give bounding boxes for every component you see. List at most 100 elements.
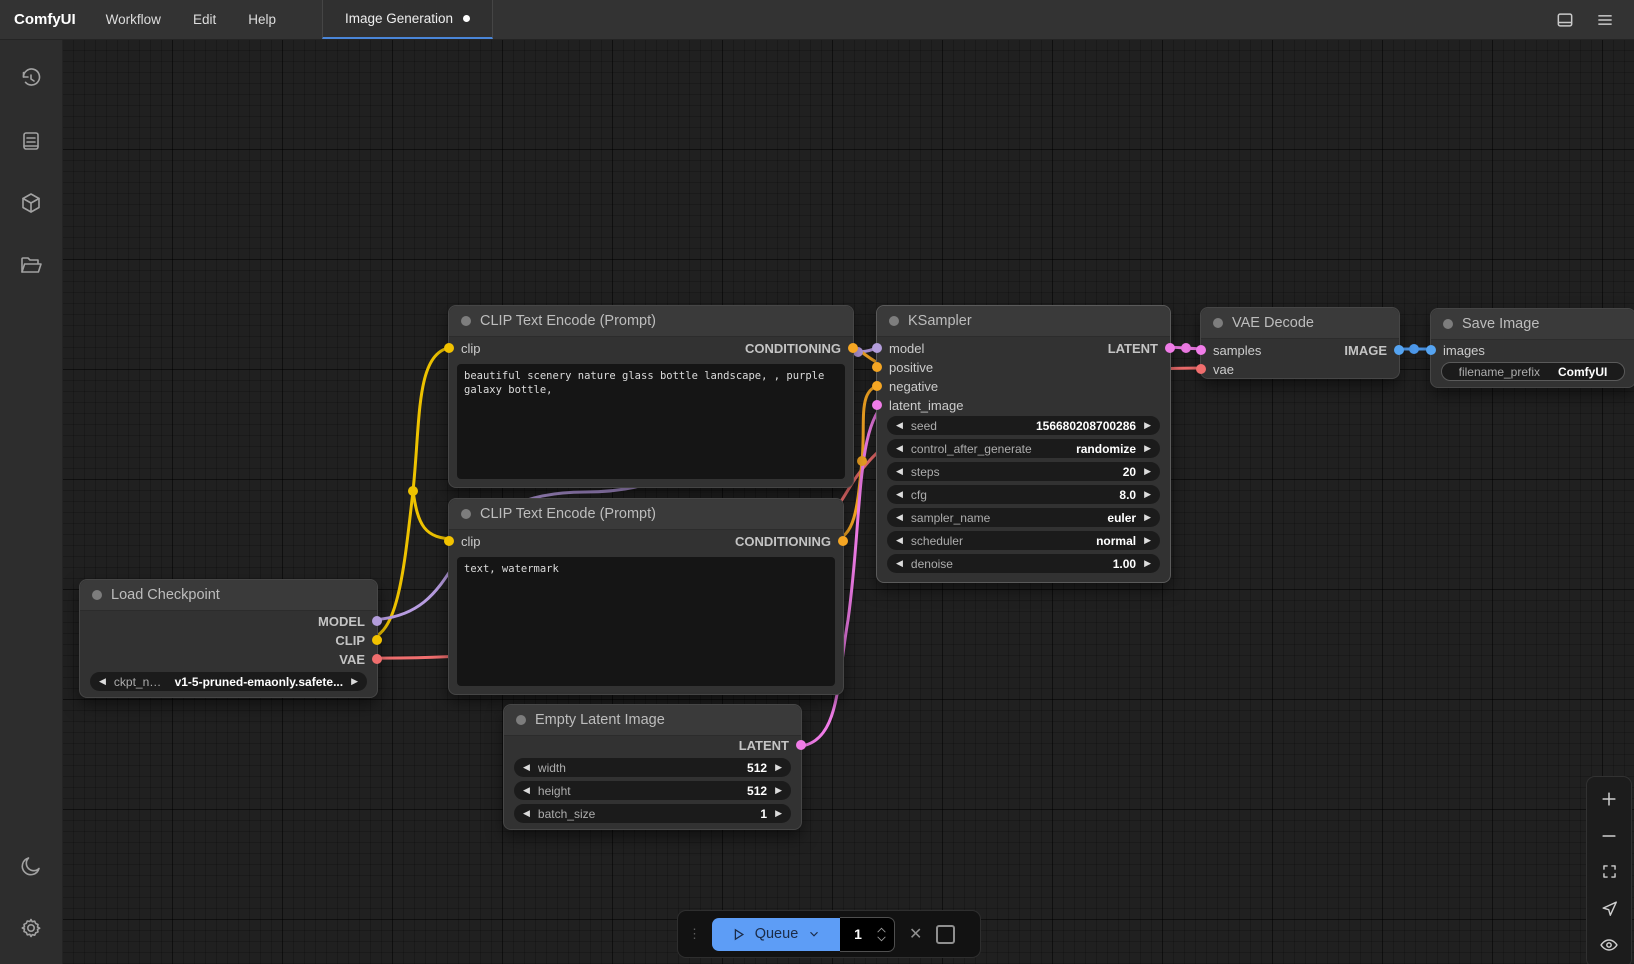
clear-queue-icon[interactable]: ✕ [905, 924, 926, 944]
clip-port-icon[interactable] [444, 536, 454, 546]
vae-port-icon[interactable] [372, 654, 382, 664]
node-vae-decode[interactable]: VAE Decode samples vae IMAGE [1200, 307, 1400, 379]
settings-gear-icon[interactable] [9, 906, 53, 950]
decrement-icon[interactable]: ◀ [99, 676, 106, 687]
decrement-icon[interactable]: ◀ [896, 512, 903, 523]
input-slot-model[interactable]: model [872, 339, 924, 357]
menu-workflow[interactable]: Workflow [90, 0, 177, 39]
model-port-icon[interactable] [372, 616, 382, 626]
increment-icon[interactable]: ▶ [1144, 443, 1151, 454]
clip-port-icon[interactable] [444, 343, 454, 353]
increment-icon[interactable]: ▶ [1144, 420, 1151, 431]
model-library-icon[interactable] [9, 181, 53, 225]
stepper-down-icon[interactable] [876, 936, 887, 942]
node-load-checkpoint[interactable]: Load Checkpoint MODEL CLIP VAE ◀ ckpt_na… [79, 579, 378, 698]
decrement-icon[interactable]: ◀ [523, 808, 530, 819]
input-slot-clip[interactable]: clip [444, 339, 481, 357]
input-slot-clip[interactable]: clip [444, 532, 481, 550]
collapse-dot-icon[interactable] [92, 590, 102, 600]
widget-control-after-generate[interactable]: ◀ control_after_generate randomize ▶ [887, 439, 1160, 458]
widget-cfg[interactable]: ◀ cfg 8.0 ▶ [887, 485, 1160, 504]
batch-count-value[interactable]: 1 [840, 926, 876, 942]
node-save-image[interactable]: Save Image images filename_prefix ComfyU… [1430, 308, 1634, 388]
pan-navigate-icon[interactable] [1596, 895, 1622, 921]
model-port-icon[interactable] [872, 343, 882, 353]
decrement-icon[interactable]: ◀ [896, 558, 903, 569]
input-slot-vae[interactable]: vae [1196, 360, 1234, 378]
increment-icon[interactable]: ▶ [1144, 512, 1151, 523]
node-clip-text-encode-positive[interactable]: CLIP Text Encode (Prompt) clip CONDITION… [448, 305, 854, 488]
positive-prompt-textarea[interactable]: beautiful scenery nature glass bottle la… [457, 364, 845, 479]
stepper-up-icon[interactable] [876, 927, 887, 933]
decrement-icon[interactable]: ◀ [523, 785, 530, 796]
collapse-dot-icon[interactable] [516, 715, 526, 725]
collapse-dot-icon[interactable] [1213, 318, 1223, 328]
latent-port-icon[interactable] [796, 740, 806, 750]
batch-count-input[interactable]: 1 [840, 917, 895, 952]
zoom-out-icon[interactable] [1596, 823, 1622, 849]
output-slot-conditioning[interactable]: CONDITIONING [745, 339, 858, 357]
node-library-icon[interactable] [9, 119, 53, 163]
interrupt-stop-icon[interactable] [936, 925, 955, 944]
output-slot-latent[interactable]: LATENT [739, 736, 806, 754]
increment-icon[interactable]: ▶ [775, 762, 782, 773]
node-header[interactable]: Load Checkpoint [80, 580, 377, 611]
node-ksampler[interactable]: KSampler model positive negative latent_… [876, 305, 1171, 583]
conditioning-port-icon[interactable] [872, 381, 882, 391]
hamburger-menu-icon[interactable] [1592, 7, 1618, 33]
vae-port-icon[interactable] [1196, 364, 1206, 374]
queue-button[interactable]: Queue [712, 918, 840, 951]
decrement-icon[interactable]: ◀ [523, 762, 530, 773]
menu-edit[interactable]: Edit [177, 0, 232, 39]
widget-sampler-name[interactable]: ◀ sampler_name euler ▶ [887, 508, 1160, 527]
drag-handle[interactable]: ⋮ [688, 932, 702, 936]
widget-steps[interactable]: ◀ steps 20 ▶ [887, 462, 1160, 481]
collapse-dot-icon[interactable] [461, 316, 471, 326]
conditioning-port-icon[interactable] [848, 343, 858, 353]
increment-icon[interactable]: ▶ [775, 808, 782, 819]
latent-port-icon[interactable] [872, 400, 882, 410]
output-slot-model[interactable]: MODEL [318, 612, 382, 630]
increment-icon[interactable]: ▶ [775, 785, 782, 796]
output-slot-conditioning[interactable]: CONDITIONING [735, 532, 848, 550]
node-header[interactable]: CLIP Text Encode (Prompt) [449, 499, 843, 530]
node-header[interactable]: CLIP Text Encode (Prompt) [449, 306, 853, 337]
node-clip-text-encode-negative[interactable]: CLIP Text Encode (Prompt) clip CONDITION… [448, 498, 844, 695]
decrement-icon[interactable]: ◀ [896, 466, 903, 477]
node-header[interactable]: Save Image [1431, 309, 1634, 340]
increment-icon[interactable]: ▶ [1144, 558, 1151, 569]
collapse-dot-icon[interactable] [461, 509, 471, 519]
tab-image-generation[interactable]: Image Generation [322, 0, 493, 39]
latent-port-icon[interactable] [1165, 343, 1175, 353]
clip-port-icon[interactable] [372, 635, 382, 645]
increment-icon[interactable]: ▶ [1144, 535, 1151, 546]
widget-filename-prefix[interactable]: filename_prefix ComfyUI [1441, 362, 1625, 381]
image-port-icon[interactable] [1394, 345, 1404, 355]
decrement-icon[interactable]: ◀ [896, 535, 903, 546]
theme-toggle-moon-icon[interactable] [9, 844, 53, 888]
negative-prompt-textarea[interactable]: text, watermark [457, 557, 835, 686]
node-header[interactable]: VAE Decode [1201, 308, 1399, 339]
decrement-icon[interactable]: ◀ [896, 443, 903, 454]
node-graph-canvas[interactable] [62, 39, 1634, 964]
widget-width[interactable]: ◀ width 512 ▶ [514, 758, 791, 777]
widget-batch-size[interactable]: ◀ batch_size 1 ▶ [514, 804, 791, 823]
node-header[interactable]: KSampler [877, 306, 1170, 337]
widget-height[interactable]: ◀ height 512 ▶ [514, 781, 791, 800]
widget-ckpt-name[interactable]: ◀ ckpt_name v1-5-pruned-emaonly.safete..… [90, 672, 367, 691]
decrement-icon[interactable]: ◀ [896, 420, 903, 431]
workflows-history-icon[interactable] [9, 57, 53, 101]
toggle-link-visibility-eye-icon[interactable] [1596, 932, 1622, 958]
widget-scheduler[interactable]: ◀ scheduler normal ▶ [887, 531, 1160, 550]
collapse-dot-icon[interactable] [1443, 319, 1453, 329]
conditioning-port-icon[interactable] [872, 362, 882, 372]
input-slot-negative[interactable]: negative [872, 377, 938, 395]
fit-view-icon[interactable] [1596, 859, 1622, 885]
increment-icon[interactable]: ▶ [1144, 466, 1151, 477]
output-slot-vae[interactable]: VAE [339, 650, 382, 668]
output-slot-clip[interactable]: CLIP [335, 631, 382, 649]
chevron-down-icon[interactable] [807, 927, 821, 941]
input-slot-images[interactable]: images [1426, 341, 1485, 359]
zoom-in-icon[interactable] [1596, 786, 1622, 812]
decrement-icon[interactable]: ◀ [896, 489, 903, 500]
